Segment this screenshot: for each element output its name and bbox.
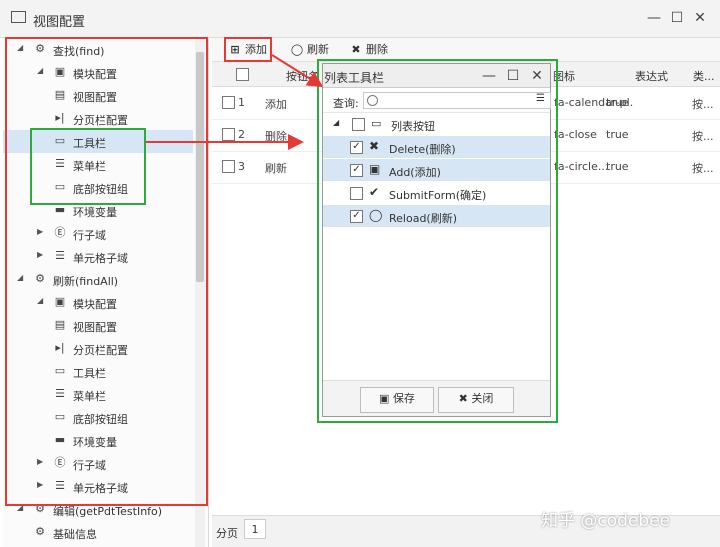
dialog-close-action-button[interactable]: ✖ 关闭 (438, 387, 514, 413)
dialog-close-button[interactable]: ✕ (529, 68, 545, 84)
filter-icon (367, 95, 378, 106)
list-icon[interactable]: ☰ (536, 93, 545, 104)
dialog-body-frame (323, 112, 550, 380)
dialog-minimize-button[interactable]: — (481, 68, 497, 84)
dialog-footer: ▣ 保存 ✖ 关闭 (323, 380, 550, 416)
x-icon: ✖ (458, 392, 472, 405)
toolbar-dialog: 列表工具栏 — ☐ ✕ 查询: ☰ ◢ ▭ 列表按钮 ✓ ✖ Delete(删除) ✓… (322, 63, 551, 417)
dialog-maximize-button[interactable]: ☐ (505, 68, 521, 84)
watermark: 知乎 @codebee (541, 511, 671, 531)
query-label: 查询: (333, 97, 359, 110)
query-input[interactable]: ☰ (363, 92, 551, 109)
dialog-title: 列表工具栏 (324, 71, 385, 85)
dialog-titlebar: 列表工具栏 — ☐ ✕ (323, 64, 550, 88)
save-icon: ▣ (379, 392, 393, 405)
save-button[interactable]: ▣ 保存 (360, 387, 434, 413)
